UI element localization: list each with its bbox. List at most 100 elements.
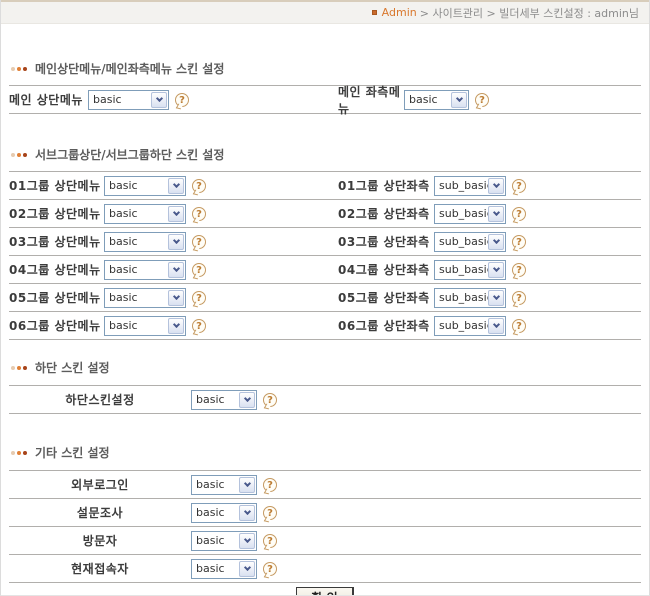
group02-topleft-select[interactable]: sub_basic — [434, 204, 506, 224]
group05-top-select[interactable]: basic — [104, 288, 186, 308]
field-label: 01그룹 상단좌측 — [338, 177, 434, 194]
field-label: 외부로그인 — [9, 476, 191, 493]
chevron-down-icon — [488, 206, 504, 222]
help-icon[interactable]: ? — [263, 562, 277, 576]
group06-top-select[interactable]: basic — [104, 316, 186, 336]
table-row: 외부로그인 basic ? — [9, 471, 641, 499]
help-icon[interactable]: ? — [512, 291, 526, 305]
main-content: 메인상단메뉴/메인좌측메뉴 스킨 설정 메인 상단메뉴 basic ? 메인 좌… — [1, 60, 649, 596]
field-label: 현재접속자 — [9, 560, 191, 577]
help-icon[interactable]: ? — [175, 93, 189, 107]
group03-topleft-select[interactable]: sub_basic — [434, 232, 506, 252]
section-title-footer-skin: 하단 스킨 설정 — [11, 359, 641, 376]
help-icon[interactable]: ? — [192, 235, 206, 249]
help-icon[interactable]: ? — [263, 393, 277, 407]
help-icon[interactable]: ? — [263, 534, 277, 548]
group05-topleft-select[interactable]: sub_basic — [434, 288, 506, 308]
footer-skin-select[interactable]: basic — [191, 390, 257, 410]
field-label: 03그룹 상단메뉴 — [9, 233, 104, 250]
section-bullet-icon — [11, 153, 29, 157]
table-row: 메인 상단메뉴 basic ? 메인 좌측메뉴 basic ? — [9, 86, 641, 114]
breadcrumb-bar: Admin > 사이트관리 > 빌더세부 스킨설정 : admin님 — [1, 2, 649, 24]
breadcrumb-trail: > 사이트관리 > 빌더세부 스킨설정 : admin님 — [420, 5, 639, 21]
help-icon[interactable]: ? — [475, 93, 489, 107]
section-title-text: 하단 스킨 설정 — [35, 359, 110, 376]
chevron-down-icon — [168, 262, 184, 278]
chevron-down-icon — [488, 178, 504, 194]
field-label: 하단스킨설정 — [9, 391, 191, 408]
breadcrumb-bullet-icon — [372, 10, 377, 15]
group04-top-select[interactable]: basic — [104, 260, 186, 280]
select-value: basic — [105, 319, 138, 332]
table-row: 06그룹 상단메뉴 basic ? 06그룹 상단좌측 sub_basic ? — [9, 312, 641, 340]
section-title-main-menu: 메인상단메뉴/메인좌측메뉴 스킨 설정 — [11, 60, 641, 77]
chevron-down-icon — [488, 318, 504, 334]
group03-topleft-field: 03그룹 상단좌측 sub_basic ? — [331, 232, 641, 252]
group01-topleft-select[interactable]: sub_basic — [434, 176, 506, 196]
group06-topleft-select[interactable]: sub_basic — [434, 316, 506, 336]
help-icon[interactable]: ? — [192, 291, 206, 305]
select-value: sub_basic — [435, 179, 488, 192]
chevron-down-icon — [168, 178, 184, 194]
help-icon[interactable]: ? — [192, 319, 206, 333]
table-row: 하단스킨설정 basic ? — [9, 386, 641, 414]
help-icon[interactable]: ? — [512, 179, 526, 193]
group04-topleft-select[interactable]: sub_basic — [434, 260, 506, 280]
help-icon[interactable]: ? — [263, 506, 277, 520]
select-value: sub_basic — [435, 319, 488, 332]
chevron-down-icon — [151, 92, 167, 108]
field-label: 04그룹 상단메뉴 — [9, 261, 104, 278]
select-value: basic — [105, 291, 138, 304]
select-value: basic — [192, 506, 225, 519]
help-icon[interactable]: ? — [512, 207, 526, 221]
help-icon[interactable]: ? — [512, 263, 526, 277]
main-top-menu-select[interactable]: basic — [88, 90, 169, 110]
group04-topleft-field: 04그룹 상단좌측 sub_basic ? — [331, 260, 641, 280]
help-icon[interactable]: ? — [512, 235, 526, 249]
help-icon[interactable]: ? — [192, 179, 206, 193]
field-label: 02그룹 상단좌측 — [338, 205, 434, 222]
main-left-menu-select[interactable]: basic — [404, 90, 469, 110]
field-label: 05그룹 상단메뉴 — [9, 289, 104, 306]
group03-top-select[interactable]: basic — [104, 232, 186, 252]
chevron-down-icon — [168, 206, 184, 222]
breadcrumb-admin-link[interactable]: Admin — [382, 6, 417, 19]
survey-select[interactable]: basic — [191, 503, 257, 523]
main-top-menu-field: 메인 상단메뉴 basic ? — [9, 90, 331, 110]
section-bullet-icon — [11, 366, 29, 370]
current-users-select[interactable]: basic — [191, 559, 257, 579]
group02-top-field: 02그룹 상단메뉴 basic ? — [9, 204, 331, 224]
select-value: sub_basic — [435, 235, 488, 248]
help-icon[interactable]: ? — [192, 207, 206, 221]
field-label: 06그룹 상단좌측 — [338, 317, 434, 334]
subgroup-table: 01그룹 상단메뉴 basic ? 01그룹 상단좌측 sub_basic ? — [9, 171, 641, 340]
select-value: basic — [192, 534, 225, 547]
select-value: sub_basic — [435, 207, 488, 220]
table-row: 설문조사 basic ? — [9, 499, 641, 527]
select-value: sub_basic — [435, 291, 488, 304]
external-login-select[interactable]: basic — [191, 475, 257, 495]
select-value: basic — [405, 93, 438, 106]
table-row: 04그룹 상단메뉴 basic ? 04그룹 상단좌측 sub_basic ? — [9, 256, 641, 284]
section-title-etc-skin: 기타 스킨 설정 — [11, 444, 641, 461]
select-value: basic — [192, 562, 225, 575]
chevron-down-icon — [488, 262, 504, 278]
help-icon[interactable]: ? — [192, 263, 206, 277]
group02-top-select[interactable]: basic — [104, 204, 186, 224]
chevron-down-icon — [239, 561, 255, 577]
help-icon[interactable]: ? — [512, 319, 526, 333]
main-menu-table: 메인 상단메뉴 basic ? 메인 좌측메뉴 basic ? — [9, 85, 641, 114]
field-label: 05그룹 상단좌측 — [338, 289, 434, 306]
main-left-menu-field: 메인 좌측메뉴 basic ? — [331, 83, 641, 117]
visitor-select[interactable]: basic — [191, 531, 257, 551]
help-icon[interactable]: ? — [263, 478, 277, 492]
chevron-down-icon — [168, 318, 184, 334]
group01-top-select[interactable]: basic — [104, 176, 186, 196]
section-bullet-icon — [11, 67, 29, 71]
field-label: 02그룹 상단메뉴 — [9, 205, 104, 222]
confirm-button[interactable]: 확 인 — [296, 587, 353, 596]
group01-topleft-field: 01그룹 상단좌측 sub_basic ? — [331, 176, 641, 196]
field-label: 방문자 — [9, 532, 191, 549]
section-bullet-icon — [11, 451, 29, 455]
chevron-down-icon — [488, 234, 504, 250]
